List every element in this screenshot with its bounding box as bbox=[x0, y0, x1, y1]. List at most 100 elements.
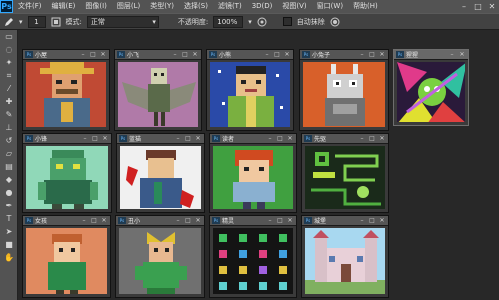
document-window[interactable]: Ps 小屋 – □ ✕ bbox=[22, 49, 110, 131]
restore-icon[interactable]: □ bbox=[276, 217, 284, 224]
menu-item[interactable]: 选择(S) bbox=[179, 0, 213, 13]
pencil-tool-icon[interactable] bbox=[4, 17, 14, 27]
close-icon[interactable]: ✕ bbox=[99, 51, 107, 58]
restore-icon[interactable]: □ bbox=[184, 135, 192, 142]
document-window[interactable]: Ps 精灵 – □ ✕ bbox=[209, 215, 297, 298]
close-icon[interactable]: ✕ bbox=[286, 135, 294, 142]
restore-icon[interactable]: □ bbox=[273, 51, 281, 58]
document-titlebar[interactable]: Ps 小屋 – □ ✕ bbox=[23, 50, 109, 60]
restore-icon[interactable]: □ bbox=[184, 217, 192, 224]
document-titlebar[interactable]: Ps 小飞 – □ ✕ bbox=[115, 50, 201, 60]
history-brush-icon[interactable]: ↺ bbox=[0, 134, 18, 147]
close-icon[interactable]: ✕ bbox=[485, 0, 499, 13]
minimize-icon[interactable]: – bbox=[79, 51, 87, 58]
restore-icon[interactable]: □ bbox=[368, 51, 376, 58]
chevron-down-icon[interactable]: ▾ bbox=[248, 18, 252, 26]
document-window[interactable]: Ps 丑小 – □ ✕ bbox=[115, 215, 205, 298]
minimize-icon[interactable]: – bbox=[358, 135, 366, 142]
document-window[interactable]: Ps 读者 – □ ✕ bbox=[209, 133, 297, 213]
document-titlebar[interactable]: Ps 城堡 – □ ✕ bbox=[302, 216, 388, 226]
artwork-canvas[interactable] bbox=[397, 62, 465, 122]
document-window[interactable]: Ps 小飞 – □ ✕ bbox=[114, 49, 202, 131]
minimize-icon[interactable]: – bbox=[266, 217, 274, 224]
text-icon[interactable]: T bbox=[0, 212, 18, 225]
healing-icon[interactable]: ✚ bbox=[0, 95, 18, 108]
gradient-icon[interactable]: ▤ bbox=[0, 160, 18, 173]
artwork-canvas[interactable] bbox=[26, 146, 108, 209]
minimize-icon[interactable]: – bbox=[174, 135, 182, 142]
menu-item[interactable]: 编辑(E) bbox=[47, 0, 81, 13]
hand-icon[interactable]: ✋ bbox=[0, 251, 18, 264]
mode-select[interactable]: 正常 ▾ bbox=[86, 15, 159, 28]
artwork-canvas[interactable] bbox=[303, 62, 385, 127]
menu-item[interactable]: 窗口(W) bbox=[312, 0, 348, 13]
minimize-icon[interactable]: – bbox=[358, 217, 366, 224]
document-window[interactable]: Ps 女孩 – □ ✕ bbox=[22, 215, 111, 298]
close-icon[interactable]: ✕ bbox=[458, 51, 466, 58]
close-icon[interactable]: ✕ bbox=[283, 51, 291, 58]
lasso-icon[interactable]: ◌ bbox=[0, 43, 18, 56]
brush-size-picker[interactable]: 1 bbox=[27, 15, 46, 28]
eyedropper-icon[interactable]: ⁄ bbox=[0, 82, 18, 95]
document-titlebar[interactable]: Ps 精灵 – □ ✕ bbox=[210, 216, 296, 226]
document-titlebar[interactable]: Ps 读者 – □ ✕ bbox=[210, 134, 296, 144]
document-window[interactable]: Ps 先驱 – □ ✕ bbox=[301, 133, 389, 213]
close-icon[interactable]: ✕ bbox=[191, 51, 199, 58]
menu-item[interactable]: 文件(F) bbox=[13, 0, 47, 13]
stamp-icon[interactable]: ⊥ bbox=[0, 121, 18, 134]
restore-icon[interactable]: □ bbox=[90, 217, 98, 224]
artwork-canvas[interactable] bbox=[26, 62, 106, 127]
document-titlebar[interactable]: Ps 蓝猫 – □ ✕ bbox=[117, 134, 204, 144]
menu-item[interactable]: 视图(V) bbox=[277, 0, 311, 13]
minimize-icon[interactable]: – bbox=[171, 51, 179, 58]
autoerase-checkbox[interactable] bbox=[282, 17, 292, 26]
pencil-icon[interactable]: ✎ bbox=[0, 108, 18, 121]
artwork-canvas[interactable] bbox=[118, 62, 198, 127]
menu-item[interactable]: 图像(I) bbox=[80, 0, 112, 13]
pen-icon[interactable]: ✒ bbox=[0, 199, 18, 212]
menu-item[interactable]: 3D(D) bbox=[247, 0, 278, 13]
close-icon[interactable]: ✕ bbox=[378, 51, 386, 58]
close-icon[interactable]: ✕ bbox=[378, 217, 386, 224]
document-window[interactable]: Ps 小锋 – □ ✕ bbox=[22, 133, 112, 213]
dodge-icon[interactable]: ● bbox=[0, 186, 18, 199]
document-titlebar[interactable]: Ps 小熊 – □ ✕ bbox=[207, 50, 293, 60]
minimize-icon[interactable]: – bbox=[263, 51, 271, 58]
document-titlebar[interactable]: Ps 小锋 – □ ✕ bbox=[23, 134, 111, 144]
document-window[interactable]: Ps 小兔子 – □ ✕ bbox=[299, 49, 389, 131]
close-icon[interactable]: ✕ bbox=[100, 217, 108, 224]
artwork-canvas[interactable] bbox=[120, 146, 201, 209]
close-icon[interactable]: ✕ bbox=[101, 135, 109, 142]
menu-item[interactable]: 滤镜(T) bbox=[213, 0, 247, 13]
minimize-icon[interactable]: – bbox=[358, 51, 366, 58]
document-titlebar[interactable]: Ps 先驱 – □ ✕ bbox=[302, 134, 388, 144]
restore-icon[interactable]: □ bbox=[368, 217, 376, 224]
document-titlebar[interactable]: Ps 小兔子 – □ ✕ bbox=[300, 50, 388, 60]
artwork-canvas[interactable] bbox=[305, 228, 385, 294]
artwork-canvas[interactable] bbox=[119, 228, 201, 294]
document-titlebar[interactable]: Ps 女孩 – □ ✕ bbox=[23, 216, 110, 226]
artwork-canvas[interactable] bbox=[305, 146, 385, 209]
artwork-canvas[interactable] bbox=[210, 62, 290, 127]
select-icon[interactable]: ▭ bbox=[0, 30, 18, 43]
restore-icon[interactable]: □ bbox=[89, 51, 97, 58]
close-icon[interactable]: ✕ bbox=[194, 217, 202, 224]
path-select-icon[interactable]: ➤ bbox=[0, 225, 18, 238]
magic-wand-icon[interactable]: ✦ bbox=[0, 56, 18, 69]
tool-preset-arrow-icon[interactable]: ▾ bbox=[19, 18, 23, 26]
brush-panel-icon[interactable] bbox=[51, 17, 61, 27]
restore-icon[interactable]: □ bbox=[181, 51, 189, 58]
opacity-input[interactable]: 100% bbox=[213, 15, 244, 28]
close-icon[interactable]: ✕ bbox=[286, 217, 294, 224]
menu-item[interactable]: 帮助(H) bbox=[348, 0, 383, 13]
blur-icon[interactable]: ◆ bbox=[0, 173, 18, 186]
close-icon[interactable]: ✕ bbox=[194, 135, 202, 142]
restore-icon[interactable]: □ bbox=[91, 135, 99, 142]
restore-icon[interactable]: □ bbox=[368, 135, 376, 142]
close-icon[interactable]: ✕ bbox=[378, 135, 386, 142]
restore-icon[interactable]: □ bbox=[276, 135, 284, 142]
document-titlebar[interactable]: Ps 猩猩 – ✕ bbox=[394, 50, 468, 60]
artwork-canvas[interactable] bbox=[213, 228, 293, 294]
minimize-icon[interactable]: – bbox=[457, 0, 471, 13]
document-window-active[interactable]: Ps 猩猩 – ✕ bbox=[393, 49, 469, 126]
